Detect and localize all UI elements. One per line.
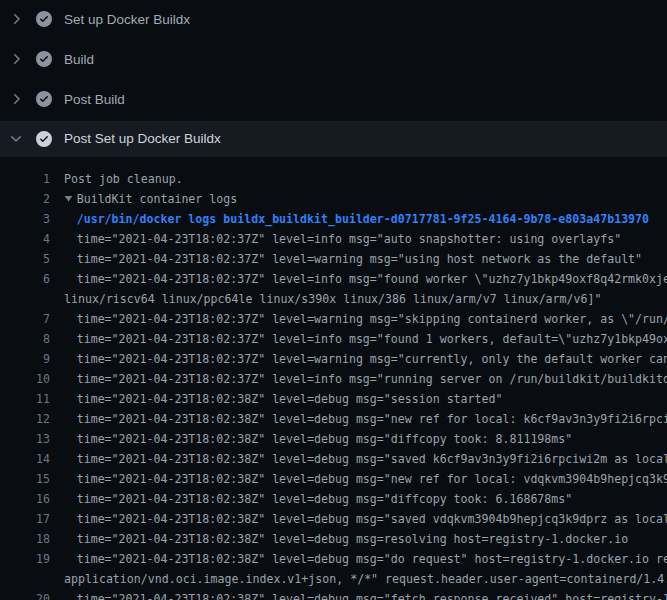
line-number bbox=[0, 569, 50, 589]
log-text: time="2021-04-23T18:02:38Z" level=debug … bbox=[77, 469, 667, 489]
log-row: 3/usr/bin/docker logs buildx_buildkit_bu… bbox=[0, 209, 667, 229]
line-number[interactable]: 16 bbox=[0, 489, 50, 509]
step-title: Post Build bbox=[64, 92, 125, 107]
log-text: time="2021-04-23T18:02:37Z" level=warnin… bbox=[77, 309, 667, 329]
log-row: 14 time="2021-04-23T18:02:38Z" level=debu… bbox=[0, 449, 667, 469]
check-circle-icon bbox=[36, 51, 52, 67]
line-number[interactable]: 2 bbox=[0, 189, 50, 209]
log-text: time="2021-04-23T18:02:37Z" level=info m… bbox=[77, 269, 667, 289]
line-number[interactable]: 10 bbox=[0, 369, 50, 389]
log-row: 1 Post job cleanup. bbox=[0, 169, 667, 189]
log-row-continuation: application/vnd.oci.image.index.v1+json,… bbox=[0, 569, 667, 589]
chevron-down-icon bbox=[8, 131, 24, 147]
step-header-build[interactable]: Build bbox=[0, 39, 667, 79]
log-text: linux/riscv64 linux/ppc64le linux/s390x … bbox=[64, 289, 601, 309]
check-circle-icon bbox=[36, 11, 52, 27]
line-number[interactable]: 11 bbox=[0, 389, 50, 409]
log-row: 7 time="2021-04-23T18:02:37Z" level=warni… bbox=[0, 309, 667, 329]
log-text: application/vnd.oci.image.index.v1+json,… bbox=[64, 569, 667, 589]
log-text: time="2021-04-23T18:02:37Z" level=info m… bbox=[77, 329, 667, 349]
line-number[interactable]: 15 bbox=[0, 469, 50, 489]
log-text: time="2021-04-23T18:02:38Z" level=debug … bbox=[77, 429, 573, 449]
step-header-post-build[interactable]: Post Build bbox=[0, 79, 667, 119]
chevron-right-icon bbox=[8, 11, 24, 27]
log-row: 6 time="2021-04-23T18:02:37Z" level=info … bbox=[0, 269, 667, 289]
log-text: time="2021-04-23T18:02:38Z" level=debug … bbox=[77, 529, 628, 549]
check-circle-icon bbox=[36, 91, 52, 107]
log-row: 10 time="2021-04-23T18:02:37Z" level=info… bbox=[0, 369, 667, 389]
log-text: time="2021-04-23T18:02:38Z" level=debug … bbox=[77, 389, 503, 409]
line-number[interactable]: 18 bbox=[0, 529, 50, 549]
line-number[interactable]: 5 bbox=[0, 249, 50, 269]
triangle-down-icon bbox=[64, 194, 73, 203]
line-number[interactable]: 8 bbox=[0, 329, 50, 349]
log-text: Post job cleanup. bbox=[64, 169, 183, 189]
log-row: 15 time="2021-04-23T18:02:38Z" level=debu… bbox=[0, 469, 667, 489]
line-number[interactable]: 9 bbox=[0, 349, 50, 369]
step-list: Set up Docker Buildx Build Post Build Post … bbox=[0, 0, 667, 157]
log-text: time="2021-04-23T18:02:38Z" level=debug … bbox=[77, 449, 667, 469]
step-header-set-up-docker-buildx[interactable]: Set up Docker Buildx bbox=[0, 0, 667, 39]
log-row: 20 time="2021-04-23T18:02:38Z" level=debu… bbox=[0, 589, 667, 600]
line-number[interactable]: 7 bbox=[0, 309, 50, 329]
log-group-toggle[interactable]: BuildKit container logs bbox=[64, 189, 237, 209]
log-row-continuation: linux/riscv64 linux/ppc64le linux/s390x … bbox=[0, 289, 667, 309]
line-number[interactable]: 14 bbox=[0, 449, 50, 469]
line-number[interactable]: 17 bbox=[0, 509, 50, 529]
log-row: 9 time="2021-04-23T18:02:37Z" level=warni… bbox=[0, 349, 667, 369]
log-container: 1 Post job cleanup. 2 BuildKit container lo… bbox=[0, 157, 667, 600]
log-row: 13 time="2021-04-23T18:02:38Z" level=debu… bbox=[0, 429, 667, 449]
log-text: time="2021-04-23T18:02:37Z" level=warnin… bbox=[77, 249, 642, 269]
step-title: Build bbox=[64, 52, 94, 67]
log-text: time="2021-04-23T18:02:38Z" level=debug … bbox=[77, 489, 573, 509]
log-row: 8 time="2021-04-23T18:02:37Z" level=info … bbox=[0, 329, 667, 349]
log-row: 17 time="2021-04-23T18:02:38Z" level=debu… bbox=[0, 509, 667, 529]
log-row: 11 time="2021-04-23T18:02:38Z" level=debu… bbox=[0, 389, 667, 409]
line-number[interactable]: 1 bbox=[0, 169, 50, 189]
line-number[interactable]: 3 bbox=[0, 209, 50, 229]
log-row: 16 time="2021-04-23T18:02:38Z" level=debu… bbox=[0, 489, 667, 509]
line-number[interactable]: 19 bbox=[0, 549, 50, 569]
line-number[interactable]: 6 bbox=[0, 269, 50, 289]
log-group-label: BuildKit container logs bbox=[77, 192, 238, 206]
line-number[interactable]: 20 bbox=[0, 589, 50, 600]
log-command-text: /usr/bin/docker logs buildx_buildkit_bui… bbox=[77, 209, 649, 229]
log-text: time="2021-04-23T18:02:38Z" level=debug … bbox=[77, 589, 667, 600]
log-text: time="2021-04-23T18:02:38Z" level=debug … bbox=[77, 549, 667, 569]
step-header-post-set-up-docker-buildx[interactable]: Post Set up Docker Buildx bbox=[0, 121, 667, 157]
log-text: time="2021-04-23T18:02:37Z" level=warnin… bbox=[77, 349, 667, 369]
log-text: time="2021-04-23T18:02:38Z" level=debug … bbox=[77, 509, 667, 529]
log-row: 12 time="2021-04-23T18:02:38Z" level=debu… bbox=[0, 409, 667, 429]
log-text: time="2021-04-23T18:02:37Z" level=info m… bbox=[77, 369, 667, 389]
line-number[interactable]: 12 bbox=[0, 409, 50, 429]
log-row: 4 time="2021-04-23T18:02:37Z" level=info … bbox=[0, 229, 667, 249]
step-title: Post Set up Docker Buildx bbox=[64, 131, 221, 146]
log-text: time="2021-04-23T18:02:37Z" level=info m… bbox=[77, 229, 621, 249]
check-circle-icon bbox=[36, 131, 52, 147]
log-row: 5 time="2021-04-23T18:02:37Z" level=warni… bbox=[0, 249, 667, 269]
chevron-right-icon bbox=[8, 91, 24, 107]
log-row: 19 time="2021-04-23T18:02:38Z" level=debu… bbox=[0, 549, 667, 569]
step-title: Set up Docker Buildx bbox=[64, 12, 190, 27]
line-number bbox=[0, 289, 50, 309]
log-row: 18 time="2021-04-23T18:02:38Z" level=debu… bbox=[0, 529, 667, 549]
line-number[interactable]: 4 bbox=[0, 229, 50, 249]
log-row: 2 BuildKit container logs bbox=[0, 189, 667, 209]
log-text: time="2021-04-23T18:02:38Z" level=debug … bbox=[77, 409, 667, 429]
chevron-right-icon bbox=[8, 51, 24, 67]
line-number[interactable]: 13 bbox=[0, 429, 50, 449]
